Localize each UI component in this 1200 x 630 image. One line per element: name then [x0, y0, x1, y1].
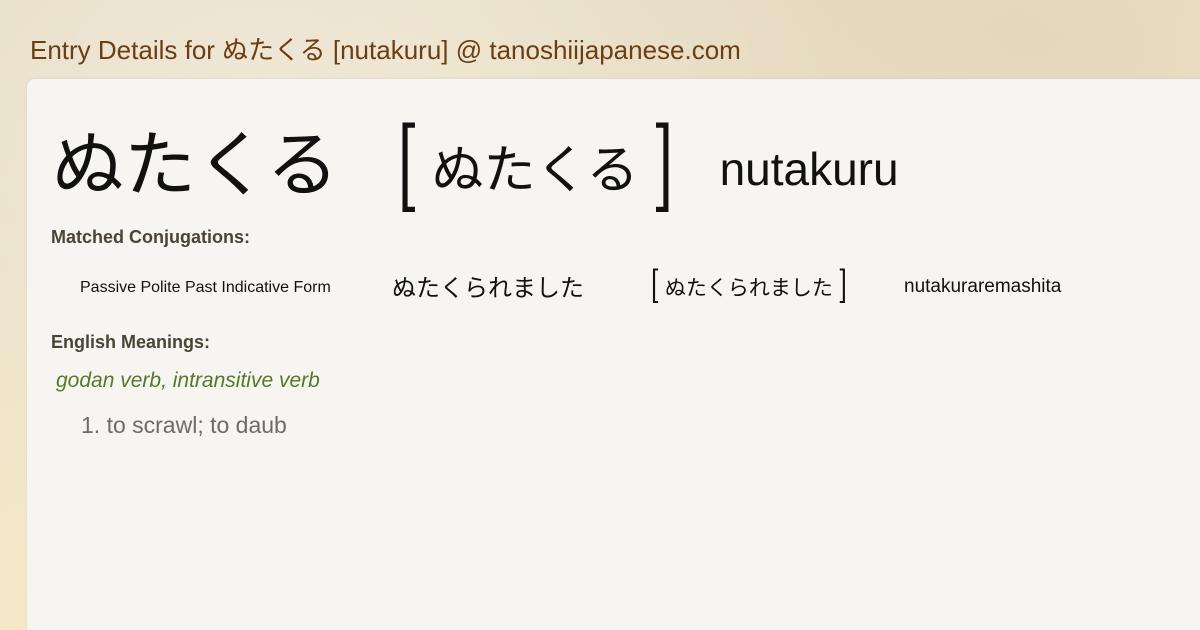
- conjugation-close-bracket: ]: [837, 263, 847, 307]
- conjugation-row: Passive Polite Past Indicative Form ぬたくら…: [80, 265, 1061, 305]
- headword-word: ぬたくる: [52, 123, 339, 207]
- conjugations-heading: Matched Conjugations:: [51, 227, 250, 247]
- conjugation-word: ぬたくられました: [392, 273, 584, 302]
- headword-row: ぬたくる [ ぬたくる ] nutakuru: [52, 115, 899, 215]
- conjugation-reading-text: ぬたくられました: [664, 275, 833, 300]
- part-of-speech: godan verb, intransitive verb: [56, 369, 320, 392]
- conjugation-reading: [ ぬたくられました ]: [648, 266, 904, 304]
- page-title: Entry Details for ぬたくる [nutakuru] @ tano…: [30, 35, 741, 65]
- reading-open-bracket: [: [397, 106, 419, 223]
- meaning-item: 1. to scrawl; to daub: [81, 412, 287, 438]
- headword-romaji: nutakuru: [719, 143, 899, 195]
- headword-reading-text: ぬたくる: [431, 141, 639, 201]
- conjugation-romaji: nutakuraremashita: [904, 275, 1062, 297]
- meanings-heading: English Meanings:: [51, 332, 211, 352]
- conjugation-form-label: Passive Polite Past Indicative Form: [80, 278, 331, 296]
- reading-close-bracket: ]: [651, 106, 673, 223]
- headword-reading: [ ぬたくる ]: [389, 115, 682, 215]
- conjugation-open-bracket: [: [650, 263, 660, 307]
- entry-card: ぬたくる [ ぬたくる ] nutakuru Matched Conjugati…: [27, 79, 1200, 630]
